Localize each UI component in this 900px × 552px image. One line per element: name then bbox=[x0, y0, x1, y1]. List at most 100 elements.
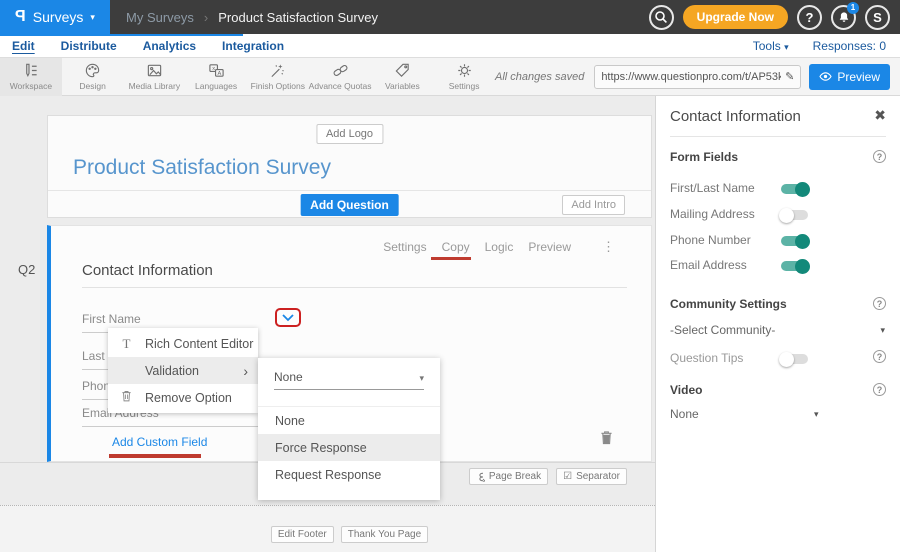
toolbar-languages-button[interactable]: xA Languages bbox=[185, 58, 247, 96]
breadcrumb-separator-icon: › bbox=[204, 10, 208, 25]
toggle-question-tips[interactable] bbox=[781, 354, 808, 364]
search-button[interactable] bbox=[649, 5, 674, 30]
breadcrumb-current-survey: Product Satisfaction Survey bbox=[218, 10, 378, 25]
question-preview-link[interactable]: Preview bbox=[528, 240, 571, 254]
thank-you-page-button[interactable]: Thank You Page bbox=[341, 526, 428, 543]
community-settings-help-icon[interactable]: ? bbox=[873, 297, 886, 310]
chevron-down-icon[interactable]: ▾ bbox=[814, 409, 819, 420]
page-break-button[interactable]: Page Break bbox=[469, 468, 548, 485]
notifications-button[interactable]: 1 bbox=[831, 5, 856, 30]
trash-icon bbox=[108, 390, 145, 405]
notification-badge: 1 bbox=[847, 2, 859, 14]
tab-analytics[interactable]: Analytics bbox=[143, 39, 196, 53]
separator-button[interactable]: ☑ Separator bbox=[556, 468, 627, 485]
surveys-app-menu[interactable]: P Surveys ▾ bbox=[0, 0, 110, 34]
menu-item-rich-content-editor[interactable]: T Rich Content Editor bbox=[108, 330, 258, 357]
add-custom-field-link[interactable]: Add Custom Field bbox=[112, 435, 207, 449]
tab-distribute[interactable]: Distribute bbox=[61, 39, 117, 53]
breadcrumb-my-surveys[interactable]: My Surveys bbox=[126, 10, 194, 25]
nav-accent-line bbox=[0, 34, 243, 36]
question-divider bbox=[82, 287, 627, 288]
page-break-icon bbox=[476, 472, 485, 482]
chevron-down-icon: ▾ bbox=[419, 373, 424, 384]
toggle-label-phone-number: Phone Number bbox=[670, 233, 751, 247]
upgrade-now-button[interactable]: Upgrade Now bbox=[683, 5, 788, 29]
add-intro-button[interactable]: Add Intro bbox=[562, 195, 625, 215]
responses-count[interactable]: Responses: 0 bbox=[813, 39, 886, 53]
video-help-icon[interactable]: ? bbox=[873, 383, 886, 396]
top-bar-actions: Upgrade Now ? 1 S bbox=[649, 5, 900, 30]
edit-url-icon[interactable]: ✎ bbox=[785, 70, 794, 83]
validation-options: None Force Response Request Response bbox=[258, 406, 440, 488]
preview-button[interactable]: Preview bbox=[809, 64, 890, 90]
toggle-label-first-last-name: First/Last Name bbox=[670, 181, 755, 195]
video-dropdown[interactable]: None bbox=[670, 407, 699, 421]
toolbar-settings-button[interactable]: Settings bbox=[433, 58, 495, 96]
menu-item-validation[interactable]: Validation › bbox=[108, 357, 258, 384]
survey-url-field[interactable]: https://www.questionpro.com/t/AP53kZgUI … bbox=[594, 65, 801, 89]
survey-header-actions: Add Question Add Intro bbox=[48, 190, 651, 218]
close-icon[interactable]: ✖ bbox=[874, 107, 886, 124]
question-actions: Settings Copy Logic Preview ⋮ bbox=[383, 239, 615, 255]
toggle-email-address[interactable] bbox=[781, 261, 808, 271]
question-more-menu-icon[interactable]: ⋮ bbox=[602, 239, 615, 255]
nav-right: Tools ▾ Responses: 0 bbox=[753, 39, 900, 53]
toolbar-variables-button[interactable]: Variables bbox=[372, 58, 434, 96]
validation-option-request-response[interactable]: Request Response bbox=[258, 461, 440, 488]
toggle-mailing-address[interactable] bbox=[781, 210, 808, 220]
page-controls: Page Break ☑ Separator bbox=[469, 468, 627, 485]
toggle-phone-number[interactable] bbox=[781, 236, 808, 246]
validation-option-force-response[interactable]: Force Response bbox=[258, 434, 440, 461]
panel-divider bbox=[670, 136, 886, 137]
question-copy-link[interactable]: Copy bbox=[442, 240, 470, 254]
select-community-dropdown[interactable]: -Select Community- bbox=[670, 323, 775, 337]
toolbar-workspace-button[interactable]: Workspace bbox=[0, 58, 62, 96]
toolbar-design-button[interactable]: Design bbox=[62, 58, 124, 96]
toggle-label-email-address: Email Address bbox=[670, 258, 747, 272]
questionpro-survey-editor: P Surveys ▾ My Surveys › Product Satisfa… bbox=[0, 0, 900, 552]
validation-option-none[interactable]: None bbox=[258, 407, 440, 434]
nav-tabs: Edit Distribute Analytics Integration bbox=[0, 39, 284, 53]
palette-icon bbox=[84, 62, 101, 79]
validation-select[interactable]: None ▾ bbox=[274, 370, 424, 390]
form-fields-heading: Form Fields bbox=[670, 150, 738, 164]
toolbar-finish-options-button[interactable]: Finish Options bbox=[247, 58, 309, 96]
checkbox-icon: ☑ bbox=[563, 471, 572, 482]
toolbar-advance-quotas-button[interactable]: Advance Quotas bbox=[309, 58, 372, 96]
question-logic-link[interactable]: Logic bbox=[485, 240, 514, 254]
tab-integration[interactable]: Integration bbox=[222, 39, 284, 53]
help-button[interactable]: ? bbox=[797, 5, 822, 30]
eye-icon bbox=[819, 71, 832, 82]
community-settings-heading: Community Settings bbox=[670, 297, 787, 311]
toolbar-media-library-button[interactable]: Media Library bbox=[123, 58, 185, 96]
validation-panel: None ▾ None Force Response Request Respo… bbox=[258, 358, 440, 500]
chevron-down-icon[interactable] bbox=[282, 314, 294, 322]
video-heading: Video bbox=[670, 383, 702, 397]
add-question-button[interactable]: Add Question bbox=[300, 194, 399, 216]
toggle-label-question-tips: Question Tips bbox=[670, 351, 743, 365]
field-options-annotation-box bbox=[275, 308, 301, 327]
tab-edit[interactable]: Edit bbox=[12, 39, 35, 53]
delete-question-button[interactable] bbox=[600, 430, 613, 450]
edit-footer-button[interactable]: Edit Footer bbox=[271, 526, 334, 543]
editor-toolbar: Workspace Design Media Library xA Langua… bbox=[0, 58, 900, 96]
chevron-down-icon[interactable]: ▾ bbox=[880, 325, 885, 336]
trash-icon bbox=[600, 430, 613, 445]
chevron-down-icon: ▾ bbox=[90, 12, 95, 23]
image-icon bbox=[146, 62, 163, 79]
menu-item-remove-option[interactable]: Remove Option bbox=[108, 384, 258, 411]
translate-icon: xA bbox=[208, 62, 225, 79]
svg-text:x: x bbox=[212, 66, 215, 72]
question-number: Q2 bbox=[18, 262, 35, 277]
top-bar: P Surveys ▾ My Surveys › Product Satisfa… bbox=[0, 0, 900, 34]
text-editor-icon: T bbox=[108, 336, 145, 352]
tools-menu[interactable]: Tools ▾ bbox=[753, 39, 789, 53]
save-status: All changes saved bbox=[495, 71, 594, 83]
toggle-first-last-name[interactable] bbox=[781, 184, 808, 194]
avatar[interactable]: S bbox=[865, 5, 890, 30]
chain-links-icon bbox=[332, 62, 349, 79]
question-settings-link[interactable]: Settings bbox=[383, 240, 426, 254]
form-fields-help-icon[interactable]: ? bbox=[873, 150, 886, 163]
question-tips-help-icon[interactable]: ? bbox=[873, 350, 886, 363]
add-logo-button[interactable]: Add Logo bbox=[316, 124, 383, 144]
